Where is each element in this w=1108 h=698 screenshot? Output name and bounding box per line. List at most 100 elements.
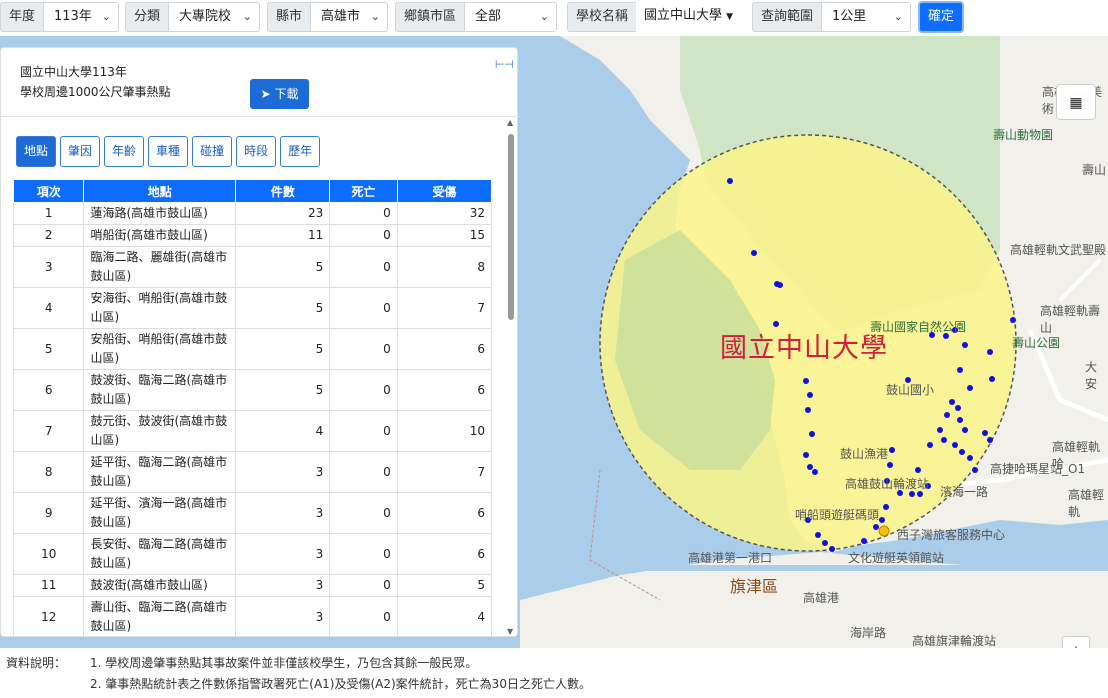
row-no: 1 <box>13 202 85 225</box>
row-count: 3 <box>235 574 331 597</box>
row-death: 0 <box>329 202 398 225</box>
table-header-row: 項次 地點 件數 死亡 受傷 <box>13 179 492 203</box>
row-death: 0 <box>329 596 398 636</box>
tab-age[interactable]: 年齡 <box>104 136 145 167</box>
year-select[interactable]: 113年 ⌄ <box>43 2 120 32</box>
panel-header: 國立中山大學113年 學校周邊1000公尺肇事熱點 ➤ 下載 ⊢⊣ <box>1 48 517 117</box>
map-label-shoushan: 壽山 <box>1082 163 1107 177</box>
filter-bar: 年度 113年 ⌄ 分類 大專院校 ⌄ 縣市 高雄市 ⌄ 鄉鎮市區 全部 ⌄ 學… <box>0 0 1108 36</box>
row-no: 5 <box>13 328 85 370</box>
row-place: 安海街、哨船街(高雄市鼓山區) <box>83 287 237 329</box>
scroll-up-icon[interactable]: ▲ <box>507 118 513 127</box>
map-label-kaohsiung-port: 高雄港 <box>803 591 840 605</box>
filter-school: 學校名稱 國立中山大學 ▼ <box>567 2 742 32</box>
chevron-down-icon: ⌄ <box>539 10 550 23</box>
row-injury: 5 <box>396 574 492 597</box>
col-header-place: 地點 <box>83 179 237 203</box>
col-header-count: 件數 <box>235 179 331 203</box>
table-body: 1 蓮海路(高雄市鼓山區) 23 0 32 2 哨船街(高雄市鼓山區) 11 0 15 3 臨海二路、… <box>13 202 492 636</box>
confirm-button[interactable]: 確定 <box>918 1 964 33</box>
row-injury: 10 <box>396 410 492 452</box>
row-death: 0 <box>329 369 398 411</box>
table-scrollbar[interactable]: ▲ ▼ <box>506 118 516 636</box>
panel-title: 國立中山大學113年 <box>20 65 127 79</box>
row-no: 12 <box>13 596 85 636</box>
row-no: 2 <box>13 224 85 247</box>
row-count: 3 <box>235 596 331 636</box>
table-row: 10 長安街、臨海二路(高雄市鼓山區) 3 0 6 <box>13 533 492 575</box>
map-label-culture-pier: 文化遊艇英領館站 <box>848 551 945 565</box>
row-count: 5 <box>235 246 331 288</box>
filter-district-label: 鄉鎮市區 <box>395 2 465 32</box>
table-row: 4 安海街、哨船街(高雄市鼓山區) 5 0 7 <box>13 287 492 329</box>
row-place: 安船街、哨船街(高雄市鼓山區) <box>83 328 237 370</box>
hotspot-table-wrap[interactable]: 項次 地點 件數 死亡 受傷 1 蓮海路(高雄市鼓山區) 23 0 32 2 哨船街(高雄市… <box>13 179 492 636</box>
map-label-cijin: 旗津區 <box>730 577 779 596</box>
chevron-down-icon: ⌄ <box>370 10 381 23</box>
row-place: 蓮海路(高雄市鼓山區) <box>83 202 237 225</box>
map-image-button[interactable]: ▦ <box>1056 84 1096 120</box>
note-line-2: 2. 肇事熱點統計表之件數係指警政署死亡(A1)及受傷(A2)案件統計，死亡為3… <box>90 677 591 691</box>
category-select[interactable]: 大專院校 ⌄ <box>168 2 261 32</box>
scroll-down-icon[interactable]: ▼ <box>507 627 513 636</box>
filter-year: 年度 113年 ⌄ <box>0 2 120 32</box>
row-no: 8 <box>13 451 85 493</box>
north-arrow-icon[interactable]: ▲ <box>1062 636 1090 648</box>
city-select[interactable]: 高雄市 ⌄ <box>310 2 389 32</box>
tab-time[interactable]: 時段 <box>236 136 277 167</box>
collapse-icon[interactable]: ⊢⊣ <box>495 58 514 71</box>
map-label-terminal: 西子灣旅客服務中心 <box>897 528 1006 542</box>
tab-vehicle[interactable]: 車種 <box>148 136 189 167</box>
range-select[interactable]: 1公里 ⌄ <box>821 2 912 32</box>
map-label-park2: 壽山公園 <box>1012 336 1061 350</box>
row-count: 5 <box>235 328 331 370</box>
map-label-binhai: 濱海一路 <box>940 485 989 499</box>
row-place: 臨海二路、麗雄街(高雄市鼓山區) <box>83 246 237 288</box>
filter-city: 縣市 高雄市 ⌄ <box>267 2 389 32</box>
row-place: 哨船街(高雄市鼓山區) <box>83 224 237 247</box>
district-select[interactable]: 全部 ⌄ <box>464 2 558 32</box>
map-label-lrt-gushan: 高雄輕軌 <box>1068 488 1105 519</box>
row-injury: 7 <box>396 451 492 493</box>
row-place: 鼓波街(高雄市鼓山區) <box>83 574 237 597</box>
tab-history[interactable]: 歷年 <box>280 136 321 167</box>
year-select-value: 113年 <box>54 9 92 24</box>
table-row: 6 鼓波街、臨海二路(高雄市鼓山區) 5 0 6 <box>13 369 492 411</box>
download-label: 下載 <box>274 87 299 101</box>
map-label-lrt-hamasen: 高雄輕軌哈 <box>1052 440 1101 471</box>
row-injury: 7 <box>396 287 492 329</box>
col-header-no: 項次 <box>13 179 85 203</box>
chevron-down-icon: ⌄ <box>893 10 904 23</box>
tab-cause[interactable]: 肇因 <box>60 136 101 167</box>
school-dropdown[interactable]: 國立中山大學 ▼ <box>636 2 742 32</box>
download-icon: ➤ <box>260 87 271 101</box>
row-count: 23 <box>235 202 331 225</box>
table-row: 5 安船街、哨船街(高雄市鼓山區) 5 0 6 <box>13 328 492 370</box>
row-death: 0 <box>329 533 398 575</box>
download-button[interactable]: ➤ 下載 <box>250 79 309 109</box>
row-death: 0 <box>329 287 398 329</box>
map-label-dayong: 大安 <box>1085 360 1098 391</box>
note-line-1: 1. 學校周邊肇事熱點其事故案件並非僅該校學生，乃包含其餘一般民眾。 <box>90 656 478 670</box>
hotspot-panel: 國立中山大學113年 學校周邊1000公尺肇事熱點 ➤ 下載 ⊢⊣ 地點 肇因 … <box>0 47 518 637</box>
range-select-value: 1公里 <box>832 9 867 24</box>
panel-subtitle: 學校周邊1000公尺肇事熱點 <box>20 85 171 99</box>
filter-category: 分類 大專院校 ⌄ <box>125 2 261 32</box>
tab-collision[interactable]: 碰撞 <box>192 136 233 167</box>
filter-city-label: 縣市 <box>267 2 311 32</box>
row-place: 壽山街、臨海二路(高雄市鼓山區) <box>83 596 237 636</box>
scroll-thumb[interactable] <box>508 134 514 320</box>
tab-location[interactable]: 地點 <box>16 136 57 167</box>
row-death: 0 <box>329 246 398 288</box>
map-label-lrt-wude: 高雄輕軌文武聖殿 <box>1010 243 1107 257</box>
row-count: 3 <box>235 492 331 534</box>
map-label-lrt-shoushan: 高雄輕軌壽山 <box>1040 304 1101 335</box>
row-injury: 8 <box>396 246 492 288</box>
table-row: 11 鼓波街(高雄市鼓山區) 3 0 5 <box>13 574 492 597</box>
filter-year-label: 年度 <box>0 2 44 32</box>
row-place: 長安街、臨海二路(高雄市鼓山區) <box>83 533 237 575</box>
table-row: 8 延平街、臨海二路(高雄市鼓山區) 3 0 7 <box>13 451 492 493</box>
row-place: 延平街、濱海一路(高雄市鼓山區) <box>83 492 237 534</box>
map-label-haian: 海岸路 <box>850 626 887 640</box>
data-notes: 資料說明： 1. 學校周邊肇事熱點其事故案件並非僅該校學生，乃包含其餘一般民眾。… <box>0 648 1108 698</box>
